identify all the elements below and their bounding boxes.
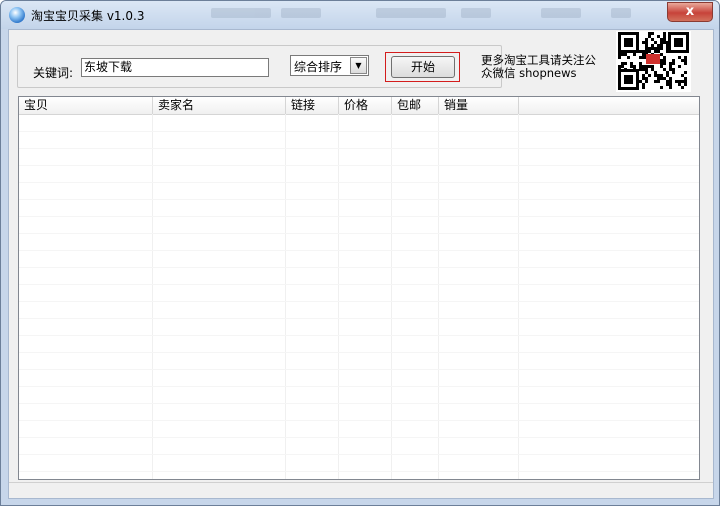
row-divider <box>19 386 699 387</box>
column-divider <box>391 114 392 479</box>
column-header-seller[interactable]: 卖家名 <box>153 97 286 114</box>
column-header-price[interactable]: 价格 <box>339 97 392 114</box>
row-divider <box>19 199 699 200</box>
column-divider <box>518 114 519 479</box>
table-header: 宝贝 卖家名 链接 价格 包邮 销量 <box>19 97 699 115</box>
row-divider <box>19 267 699 268</box>
results-table[interactable]: 宝贝 卖家名 链接 价格 包邮 销量 <box>18 96 700 480</box>
row-divider <box>19 437 699 438</box>
background-window-ghost <box>211 8 631 20</box>
row-divider <box>19 165 699 166</box>
column-header-sales[interactable]: 销量 <box>439 97 519 114</box>
app-logo-icon <box>9 7 25 23</box>
row-divider <box>19 352 699 353</box>
sort-dropdown[interactable]: 综合排序 ▼ <box>290 55 369 76</box>
row-divider <box>19 403 699 404</box>
keyword-label: 关键词: <box>33 66 74 80</box>
keyword-input[interactable] <box>81 58 269 77</box>
row-divider <box>19 148 699 149</box>
column-divider <box>285 114 286 479</box>
promo-line-2: 众微信 shopnews <box>481 66 577 80</box>
row-divider <box>19 301 699 302</box>
column-divider <box>438 114 439 479</box>
app-window: 淘宝宝贝采集 v1.0.3 x 关键词: 综合排序 ▼ 开始 更多淘宝工具请关注… <box>0 0 720 506</box>
column-divider <box>338 114 339 479</box>
qr-code-icon <box>618 32 689 90</box>
row-divider <box>19 471 699 472</box>
promo-text: 更多淘宝工具请关注公 众微信 shopnews <box>481 54 606 80</box>
row-divider <box>19 420 699 421</box>
title-bar[interactable]: 淘宝宝贝采集 v1.0.3 x <box>1 1 719 29</box>
row-divider <box>19 182 699 183</box>
window-title: 淘宝宝贝采集 v1.0.3 <box>31 9 145 23</box>
row-divider <box>19 233 699 234</box>
row-divider <box>19 284 699 285</box>
row-divider <box>19 369 699 370</box>
column-divider <box>152 114 153 479</box>
client-area: 关键词: 综合排序 ▼ 开始 更多淘宝工具请关注公 众微信 shopnews 宝… <box>8 29 714 499</box>
row-divider <box>19 335 699 336</box>
row-divider <box>19 454 699 455</box>
status-bar <box>9 482 713 499</box>
row-divider <box>19 318 699 319</box>
close-button[interactable]: x <box>667 2 713 22</box>
qr-code-image <box>616 31 691 92</box>
column-header-item[interactable]: 宝贝 <box>19 97 153 114</box>
row-divider <box>19 131 699 132</box>
column-header-link[interactable]: 链接 <box>286 97 339 114</box>
chevron-down-icon[interactable]: ▼ <box>350 57 367 74</box>
start-button[interactable]: 开始 <box>391 56 455 78</box>
sort-selected-value: 综合排序 <box>294 60 343 74</box>
column-header-free-shipping[interactable]: 包邮 <box>392 97 439 114</box>
row-divider <box>19 250 699 251</box>
row-divider <box>19 216 699 217</box>
